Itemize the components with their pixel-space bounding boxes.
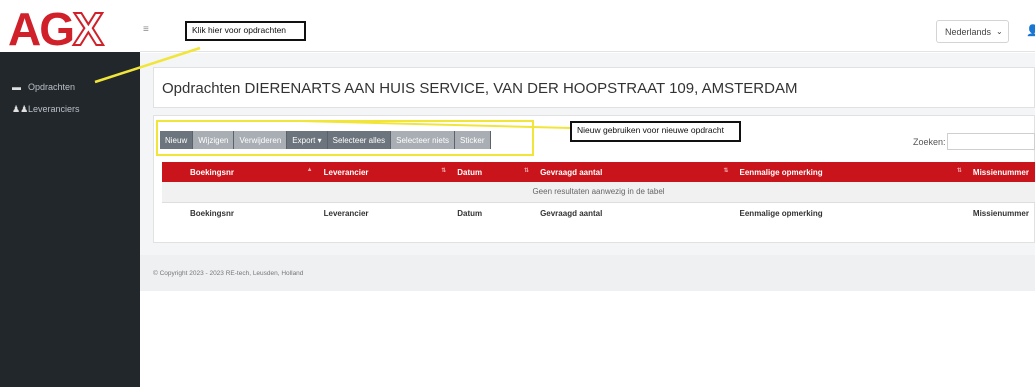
footer-cell: Gevraagd aantal	[534, 201, 734, 224]
search-input[interactable]	[947, 133, 1035, 150]
search-label: Zoeken:	[913, 137, 946, 147]
table-row: Geen resultaten aanwezig in de tabel	[162, 182, 1035, 202]
footer-cell: Missienummer	[966, 201, 1035, 224]
footer-cell: Leverancier	[317, 201, 452, 224]
users-icon: ♟♟	[12, 103, 29, 114]
sticker-button[interactable]: Sticker	[455, 131, 491, 149]
col-eenmalige-opmerking[interactable]: Eenmalige opmerking ⇅	[733, 162, 967, 182]
new-button[interactable]: Nieuw	[160, 131, 194, 149]
col-select[interactable]	[162, 162, 184, 182]
select-all-button[interactable]: Selecteer alles	[327, 131, 392, 149]
copyright-text: © Copyright 2023 - 2023 RE-tech, Leusden…	[153, 270, 304, 277]
annotation-label-top: Klik hier voor opdrachten	[185, 21, 306, 41]
logo[interactable]: AGX	[0, 0, 140, 55]
sidebar-item-leveranciers[interactable]: ♟♟ Leveranciers	[0, 98, 140, 120]
sort-icon: ⇅	[723, 168, 729, 174]
toolbar: Nieuw Wijzigen Verwijderen Export ▾ Sele…	[160, 131, 491, 149]
chevron-down-icon: ⌄	[996, 27, 1003, 36]
folder-icon: ▬	[12, 82, 21, 92]
sort-icon: ⇅	[441, 168, 447, 174]
annotation-label-new: Nieuw gebruiken voor nieuwe opdracht	[570, 121, 741, 142]
sidebar-item-opdrachten[interactable]: ▬ Opdrachten	[0, 76, 140, 98]
table-footer-row: Boekingsnr Leverancier Datum Gevraagd aa…	[162, 201, 1035, 224]
sidebar-item-label: Opdrachten	[28, 82, 76, 92]
orders-table: Boekingsnr ▲ Leverancier ⇅ Datum ⇅ Gevraagd…	[162, 162, 1035, 224]
select-none-button[interactable]: Selecteer niets	[391, 131, 456, 149]
footer-cell: Eenmalige opmerking	[733, 201, 967, 224]
edit-button[interactable]: Wijzigen	[193, 131, 235, 149]
export-button[interactable]: Export ▾	[287, 131, 328, 149]
sort-asc-icon: ▲	[306, 167, 313, 173]
col-boekingsnr[interactable]: Boekingsnr ▲	[183, 162, 318, 182]
page-title: Opdrachten DIERENARTS AAN HUIS SERVICE, …	[162, 80, 798, 97]
col-gevraagd-aantal[interactable]: Gevraagd aantal ⇅	[534, 162, 734, 182]
col-datum[interactable]: Datum ⇅	[451, 162, 535, 182]
sidebar-nav: ▬ Opdrachten ♟♟ Leveranciers	[0, 76, 140, 120]
footer-cell	[162, 201, 184, 224]
menu-icon[interactable]: ≡	[143, 24, 149, 35]
language-select[interactable]: Nederlands ⌄	[936, 20, 1009, 43]
logo-text: AGX	[8, 3, 105, 55]
footer-cell: Datum	[451, 201, 535, 224]
user-icon[interactable]: 👤	[1026, 24, 1035, 37]
sort-icon: ⇅	[524, 168, 530, 174]
page-bottom	[140, 291, 1035, 387]
col-leverancier[interactable]: Leverancier ⇅	[317, 162, 452, 182]
sidebar-item-label: Leveranciers	[28, 104, 80, 114]
sidebar: AGX ▬ Opdrachten ♟♟ Leveranciers	[0, 0, 140, 387]
language-value: Nederlands	[945, 26, 992, 37]
page-title-card: Opdrachten DIERENARTS AAN HUIS SERVICE, …	[153, 67, 1035, 108]
delete-button[interactable]: Verwijderen	[234, 131, 288, 149]
sort-icon: ⇅	[956, 168, 962, 174]
footer-cell: Boekingsnr	[183, 201, 318, 224]
table-header-row: Boekingsnr ▲ Leverancier ⇅ Datum ⇅ Gevraagd…	[162, 162, 1035, 182]
col-missienummer[interactable]: Missienummer	[966, 162, 1035, 182]
empty-message: Geen resultaten aanwezig in de tabel	[162, 182, 1035, 202]
